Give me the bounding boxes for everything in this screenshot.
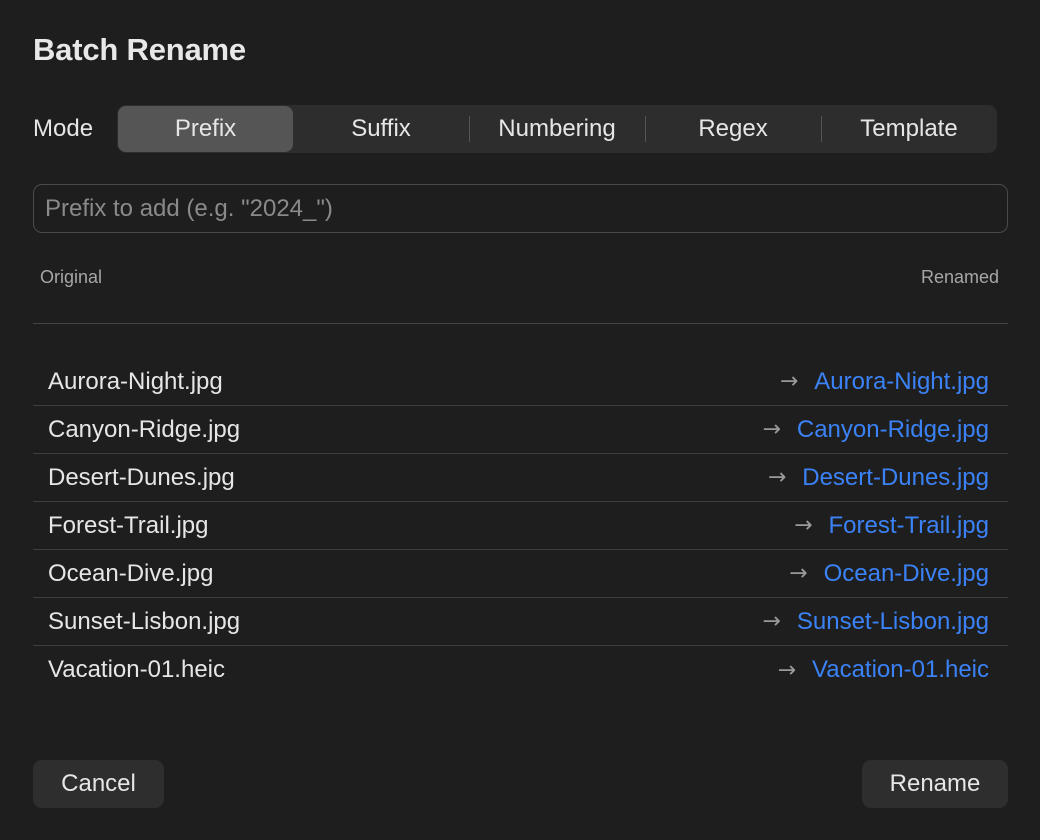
renamed-filename: Forest-Trail.jpg	[828, 511, 989, 539]
list-item: Forest-Trail.jpg → Forest-Trail.jpg	[33, 502, 1008, 550]
original-filename: Desert-Dunes.jpg	[48, 463, 235, 491]
arrow-right-icon: →	[779, 369, 799, 394]
arrow-right-icon: →	[762, 609, 781, 634]
original-filename: Vacation-01.heic	[48, 656, 225, 683]
mode-segmented-control: Prefix Suffix Numbering Regex Template	[117, 105, 997, 153]
rename-button[interactable]: Rename	[862, 760, 1008, 808]
list-item: Desert-Dunes.jpg → Desert-Dunes.jpg	[33, 454, 1008, 502]
original-filename: Aurora-Night.jpg	[48, 367, 223, 395]
batch-rename-dialog: Batch Rename Mode Prefix Suffix Numberin…	[0, 0, 1040, 840]
mode-option-numbering[interactable]: Numbering	[469, 105, 645, 153]
renamed-filename: Canyon-Ridge.jpg	[796, 415, 989, 443]
mode-option-regex[interactable]: Regex	[645, 105, 821, 153]
column-header-renamed: Renamed	[920, 267, 999, 287]
original-filename: Ocean-Dive.jpg	[48, 559, 214, 587]
list-item: Ocean-Dive.jpg → Ocean-Dive.jpg	[33, 550, 1008, 598]
mode-label: Mode	[33, 115, 94, 142]
renamed-filename: Desert-Dunes.jpg	[802, 463, 989, 491]
dialog-title: Batch Rename	[33, 32, 246, 67]
arrow-right-icon: →	[789, 561, 808, 586]
segment-divider	[469, 116, 470, 142]
mode-row: Mode Prefix Suffix Numbering Regex Templ…	[33, 105, 997, 153]
list-item: Canyon-Ridge.jpg → Canyon-Ridge.jpg	[33, 406, 1008, 454]
renamed-filename: Sunset-Lisbon.jpg	[796, 607, 989, 635]
original-filename: Forest-Trail.jpg	[48, 511, 209, 539]
arrow-right-icon: →	[794, 513, 813, 538]
file-list: Aurora-Night.jpg → Aurora-Night.jpg Cany…	[33, 358, 1008, 694]
renamed-filename: Aurora-Night.jpg	[814, 367, 989, 395]
mode-option-template[interactable]: Template	[821, 105, 997, 153]
prefix-input[interactable]	[33, 184, 1008, 233]
renamed-filename: Ocean-Dive.jpg	[823, 559, 989, 587]
mode-option-suffix[interactable]: Suffix	[293, 105, 469, 153]
renamed-filename: Vacation-01.heic	[812, 656, 989, 683]
segment-divider	[645, 116, 646, 142]
list-item: Vacation-01.heic → Vacation-01.heic	[33, 646, 1008, 694]
original-filename: Sunset-Lisbon.jpg	[48, 607, 241, 635]
segment-divider	[821, 116, 822, 142]
original-filename: Canyon-Ridge.jpg	[48, 415, 241, 443]
arrow-right-icon: →	[762, 417, 781, 442]
arrow-right-icon: →	[767, 465, 787, 490]
arrow-right-icon: →	[777, 657, 796, 683]
header-divider	[33, 323, 1008, 324]
cancel-button[interactable]: Cancel	[33, 760, 164, 808]
mode-option-prefix[interactable]: Prefix	[118, 106, 293, 152]
list-item: Aurora-Night.jpg → Aurora-Night.jpg	[33, 358, 1008, 406]
list-item: Sunset-Lisbon.jpg → Sunset-Lisbon.jpg	[33, 598, 1008, 646]
column-header-original: Original	[40, 267, 103, 287]
